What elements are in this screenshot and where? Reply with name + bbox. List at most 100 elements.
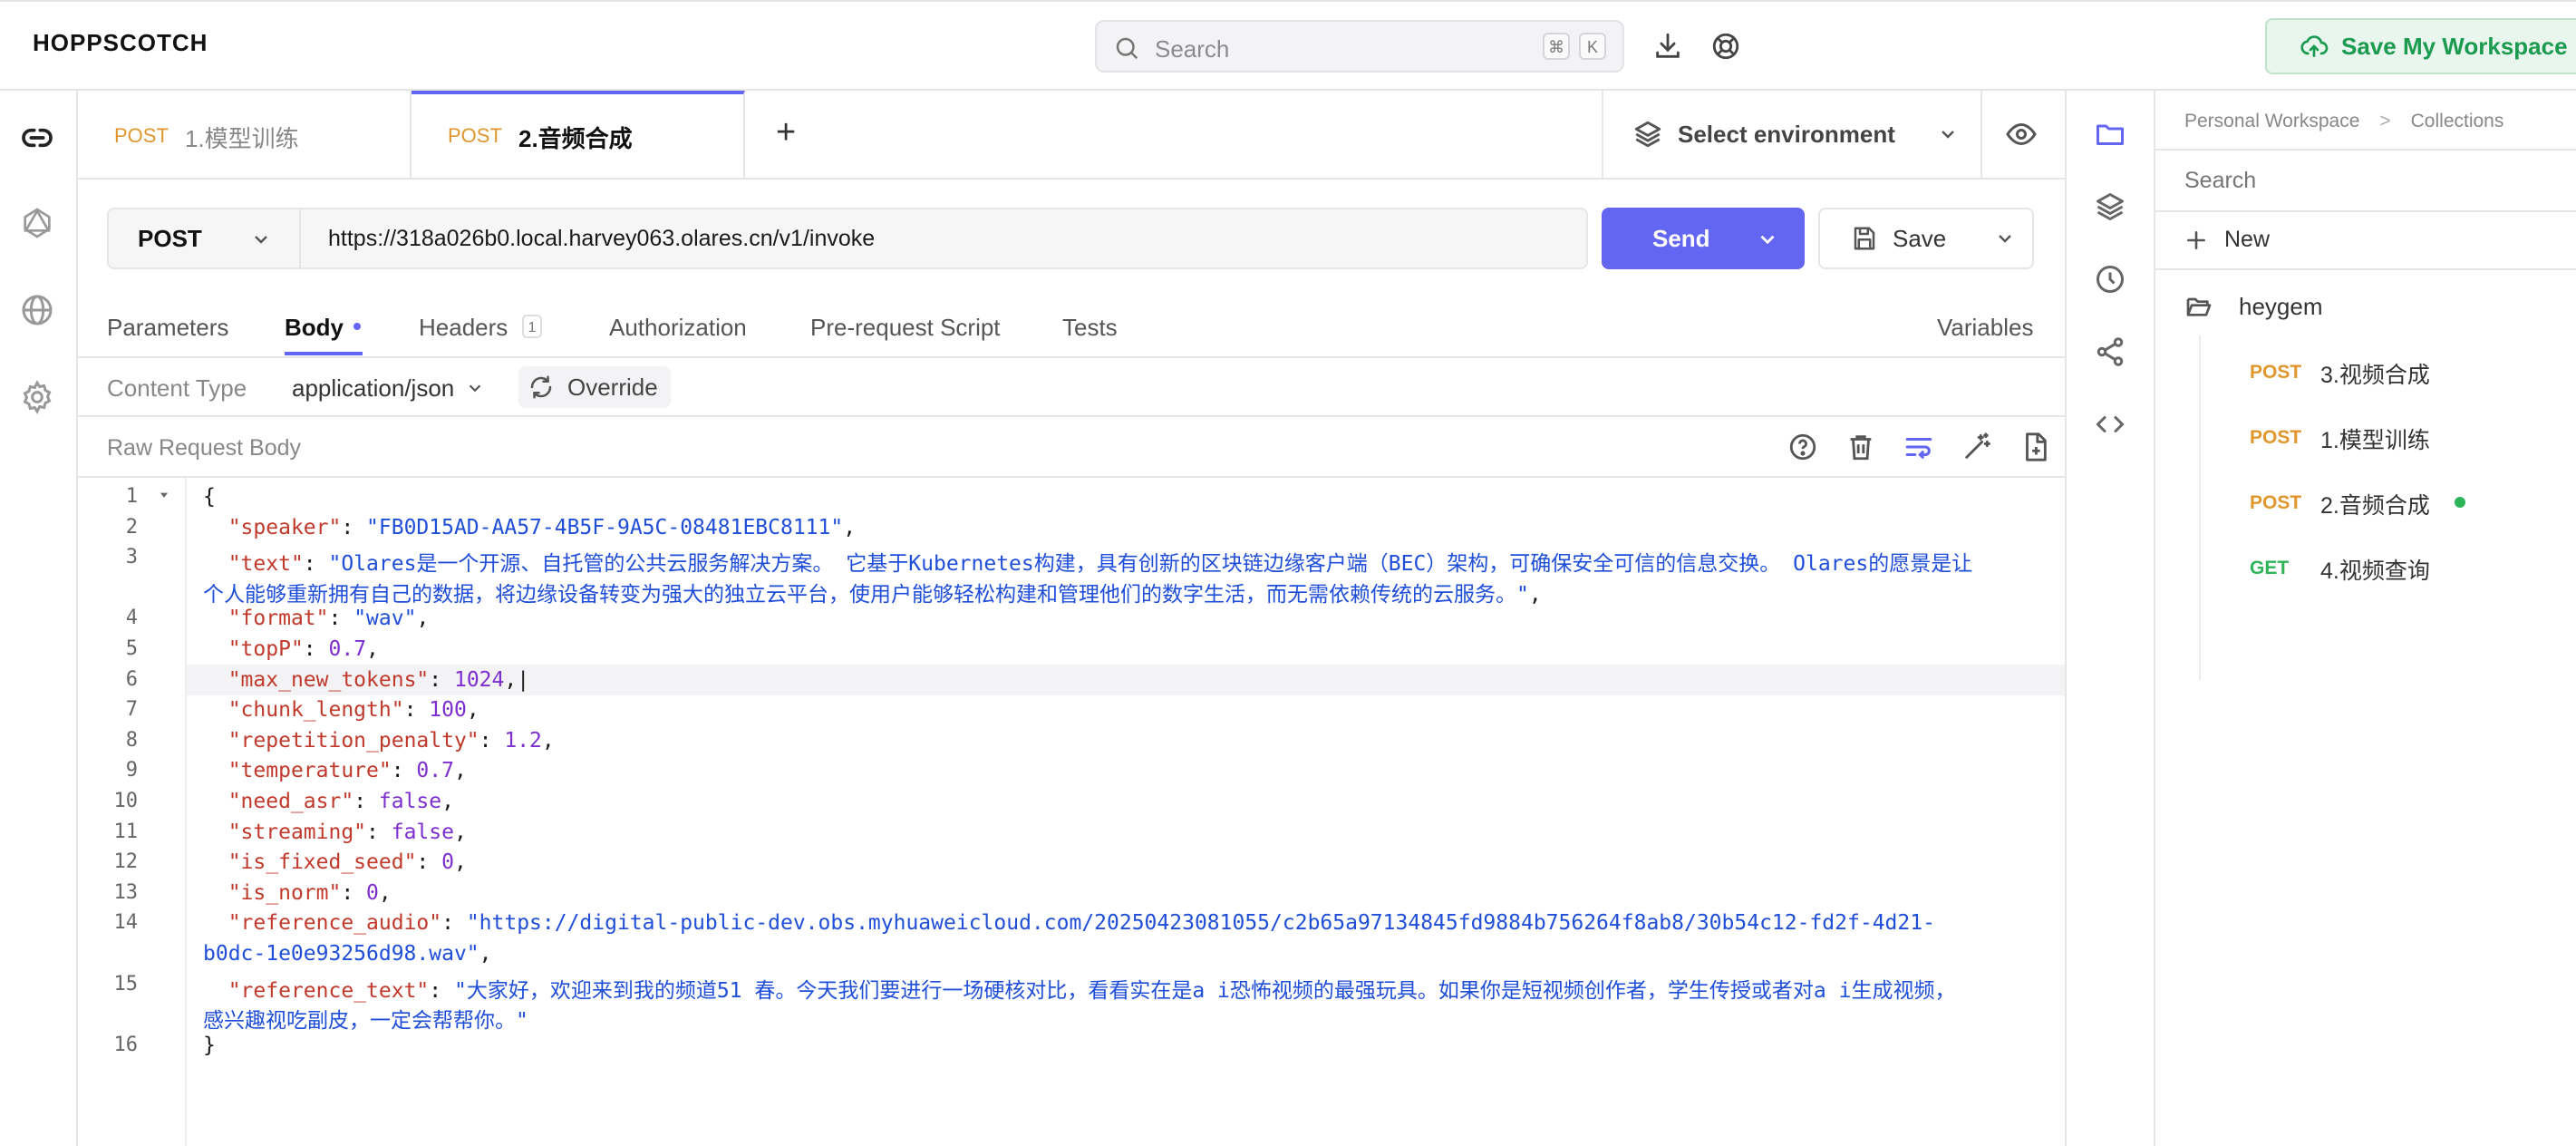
collection-folder[interactable]: heygem <box>2184 292 2323 321</box>
line-number: 3 <box>125 546 138 569</box>
code-editor[interactable]: 1 2 3 4 5 6 7 8 9 10 11 12 13 14 15 16 { "speaker": "FB… <box>78 478 2065 1146</box>
code-token: "speaker" <box>228 515 342 539</box>
code-token: : <box>429 978 454 1003</box>
layers-icon <box>1632 119 1663 150</box>
download-icon[interactable] <box>1652 31 1683 62</box>
environments-layers-icon[interactable] <box>2094 190 2126 223</box>
code-line: "is_fixed_seed": 0, <box>203 850 467 874</box>
code-token: 个人能够重新拥有自己的数据，将边缘设备转变为强大的独立云平台，使用户能够轻松构建… <box>203 582 1529 607</box>
request-title: 1.模型训练 <box>2320 428 2430 453</box>
fold-chevron-icon[interactable] <box>158 489 170 501</box>
save-button[interactable]: Save <box>1818 208 2034 269</box>
code-token: : <box>303 637 329 661</box>
eye-icon[interactable] <box>2005 118 2038 151</box>
code-token: , <box>1528 582 1542 607</box>
code-line: "repetition_penalty": 1.2, <box>203 729 555 753</box>
help-icon[interactable] <box>1787 432 1818 462</box>
settings-gear-icon[interactable] <box>19 379 55 415</box>
send-button[interactable]: Send <box>1602 208 1805 269</box>
tab-variables[interactable]: Variables <box>1937 314 2033 342</box>
code-token: : <box>429 667 454 692</box>
share-icon[interactable] <box>2094 335 2126 368</box>
body-modified-dot <box>353 323 361 330</box>
code-token: "max_new_tokens" <box>228 667 430 692</box>
trash-icon[interactable] <box>1845 432 1876 462</box>
tab-method: POST <box>448 124 502 147</box>
code-token: "reference_audio" <box>228 911 442 936</box>
breadcrumb-root[interactable]: Personal Workspace <box>2184 111 2359 132</box>
tab-headers[interactable]: Headers <box>419 314 508 342</box>
line-number: 1 <box>125 485 138 508</box>
code-line: "text": "Olares是一个开源、自托管的公共云服务解决方案。 它基于K… <box>203 546 1973 577</box>
code-token: : <box>479 728 505 753</box>
request-title: 4.视频查询 <box>2320 558 2430 584</box>
code-line: b0dc-1e0e93256d98.wav", <box>203 942 492 966</box>
code-token: "is_fixed_seed" <box>228 850 417 875</box>
line-number: 15 <box>113 972 139 995</box>
tab-title: 2.音频合成 <box>518 125 633 152</box>
history-clock-icon[interactable] <box>2094 263 2126 296</box>
url-text: https://318a026b0.local.harvey063.olares… <box>328 225 876 251</box>
cloud-upload-icon <box>2300 32 2329 61</box>
folder-open-icon <box>2184 292 2213 321</box>
code-token: "wav" <box>353 607 417 631</box>
code-token: 感兴趣视吃副皮，一定会帮帮你。" <box>203 1009 528 1034</box>
add-tab-button[interactable]: + <box>776 113 796 152</box>
graphql-icon[interactable] <box>19 205 55 241</box>
content-type-selector[interactable]: application/json <box>292 372 485 404</box>
environment-selector[interactable]: Select environment <box>1602 91 1982 178</box>
method-selector[interactable]: POST <box>107 208 299 269</box>
code-token: 1024 <box>453 667 505 692</box>
rest-link-icon[interactable] <box>19 120 55 156</box>
code-line: "max_new_tokens": 1024,| <box>203 668 529 692</box>
collections-panel: Personal Workspace > Collections New hey… <box>2155 91 2576 1146</box>
collections-search-input[interactable] <box>2155 151 2576 210</box>
request-title: 3.视频合成 <box>2320 363 2430 388</box>
realtime-globe-icon[interactable] <box>19 292 55 328</box>
request-tab-active[interactable]: POST 2.音频合成 <box>412 91 745 178</box>
new-label: New <box>2224 227 2271 252</box>
breadcrumb-separator: > <box>2379 111 2391 131</box>
global-search[interactable]: Search ⌘ K <box>1095 20 1624 73</box>
tab-prerequest-script[interactable]: Pre-request Script <box>810 314 1001 342</box>
tab-authorization[interactable]: Authorization <box>609 314 747 342</box>
collections-folder-icon[interactable] <box>2094 118 2126 151</box>
code-token: , <box>416 607 430 631</box>
code-token: 0.7 <box>416 759 454 783</box>
active-tab-indicator <box>285 352 363 355</box>
save-workspace-button[interactable]: Save My Workspace <box>2265 18 2576 74</box>
tab-body[interactable]: Body <box>285 314 344 342</box>
support-icon[interactable] <box>1710 31 1741 62</box>
tab-tests[interactable]: Tests <box>1062 314 1118 342</box>
code-line: "format": "wav", <box>203 607 430 631</box>
line-number: 7 <box>125 698 138 722</box>
code-token: , <box>541 728 555 753</box>
code-token: , <box>453 850 467 875</box>
code-token: ,| <box>504 667 530 692</box>
code-line: } <box>203 1034 216 1057</box>
code-line: "chunk_length": 100, <box>203 698 479 722</box>
code-token: : <box>353 790 379 813</box>
code-token: 100 <box>429 698 467 723</box>
magic-wand-icon[interactable] <box>1961 432 1992 462</box>
tab-parameters[interactable]: Parameters <box>107 314 228 342</box>
code-token: "FB0D15AD-AA57-4B5F-9A5C-08481EBC8111" <box>366 515 844 539</box>
wrap-lines-icon[interactable] <box>1903 432 1934 462</box>
new-collection-button[interactable]: New <box>2184 227 2270 253</box>
code-snippet-icon[interactable] <box>2094 408 2126 441</box>
code-token: false <box>391 820 454 844</box>
override-button[interactable]: Override <box>518 366 671 408</box>
app-logo[interactable]: HOPPSCOTCH <box>33 29 208 57</box>
chevron-down-icon <box>465 378 485 398</box>
request-tab[interactable]: POST 1.模型训练 <box>78 91 412 178</box>
code-token: "reference_text" <box>228 978 430 1003</box>
url-input[interactable]: https://318a026b0.local.harvey063.olares… <box>299 208 1588 269</box>
import-file-icon[interactable] <box>2019 432 2050 462</box>
line-number: 9 <box>125 759 138 782</box>
send-options-chevron-icon[interactable] <box>1756 228 1779 251</box>
